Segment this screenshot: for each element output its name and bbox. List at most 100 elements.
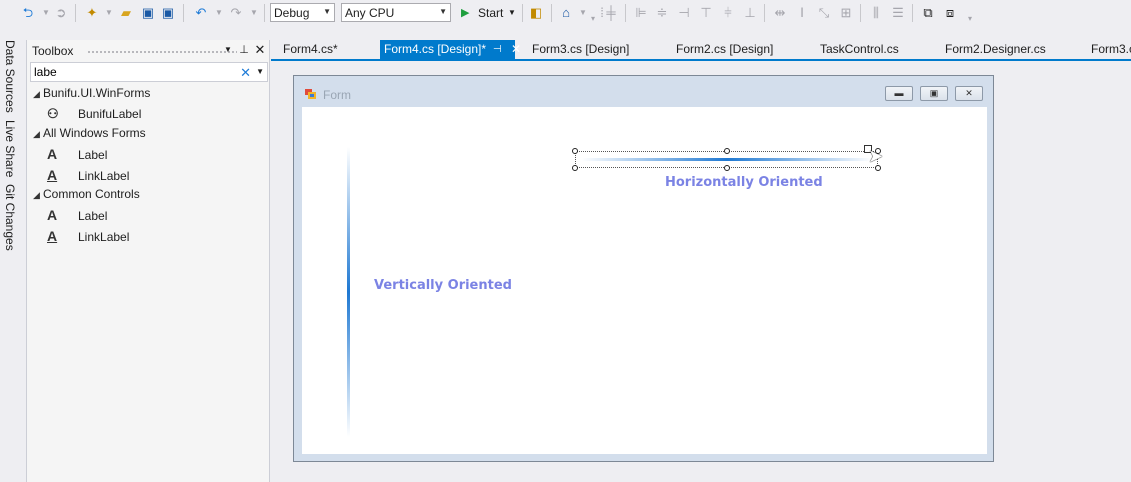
vertical-oriented-label[interactable]: Vertically Oriented <box>374 278 512 293</box>
form-title: Form <box>323 88 351 102</box>
chevron-down-icon[interactable]: ▼ <box>256 67 264 76</box>
new-dropdown-icon[interactable]: ▼ <box>101 5 117 21</box>
close-icon: ✕ <box>965 88 973 98</box>
minimize-icon: ▬ <box>894 88 904 98</box>
toolbar-separator <box>764 4 765 22</box>
toolbox-item-bunifulabel[interactable]: ⚇ BunifuLabel <box>47 106 141 122</box>
tab-label: TaskControl.cs <box>820 42 899 56</box>
minimize-button[interactable]: ▬ <box>885 86 913 101</box>
resize-handle[interactable] <box>572 165 578 171</box>
side-tab-live-share[interactable]: Live Share <box>3 120 17 177</box>
pin-icon[interactable]: ⊥ <box>237 42 251 58</box>
window-position-icon[interactable]: ▼ <box>221 42 235 58</box>
item-label: BunifuLabel <box>78 107 142 121</box>
platform-dropdown[interactable]: Any CPU ▼ <box>341 3 451 22</box>
label-icon: A <box>47 146 58 162</box>
make-same-width-icon[interactable]: ⇹ <box>772 5 788 21</box>
pin-icon[interactable]: ⊣ <box>493 40 502 59</box>
toolbox-item-label[interactable]: A Label <box>47 146 107 162</box>
overflow-icon[interactable]: ▾ <box>962 11 978 27</box>
size-to-grid-icon[interactable]: ⊞ <box>838 5 854 21</box>
tab-form2-designer-cs[interactable]: Form2.Designer.cs <box>933 40 1046 59</box>
open-folder-icon[interactable]: ▰ <box>118 5 134 21</box>
tab-label: Form4.cs* <box>283 42 338 56</box>
start-label: Start <box>478 6 504 20</box>
resize-handle[interactable] <box>724 148 730 154</box>
back-icon[interactable]: ⮌ <box>20 5 36 21</box>
collapse-icon: ◢ <box>33 129 40 139</box>
toolbar-separator <box>625 4 626 22</box>
redo-icon[interactable]: ↷ <box>228 5 244 21</box>
side-tab-data-sources[interactable]: Data Sources <box>3 40 17 113</box>
toolbox-group-all-windows-forms[interactable]: ◢ All Windows Forms <box>33 126 146 140</box>
tab-form3-cs[interactable]: Form3.c <box>1079 40 1131 59</box>
item-label: Label <box>78 209 108 223</box>
back-dropdown-icon[interactable]: ▼ <box>38 5 54 21</box>
align-lefts-icon[interactable]: ⊫ <box>633 5 649 21</box>
close-icon[interactable]: ✕ <box>253 42 267 58</box>
browser-link-icon[interactable]: ◧ <box>528 5 544 21</box>
drag-grip[interactable] <box>87 50 237 54</box>
platform-value: Any CPU <box>345 6 395 20</box>
side-tab-git-changes[interactable]: Git Changes <box>3 184 17 251</box>
redo-dropdown-icon[interactable]: ▼ <box>246 5 262 21</box>
align-rights-icon[interactable]: ⊣ <box>676 5 692 21</box>
hot-reload-icon[interactable]: ⌂ <box>558 5 574 21</box>
group-label: Common Controls <box>43 187 140 201</box>
tab-form4-cs[interactable]: Form4.cs* <box>271 40 338 59</box>
tab-label: Form3.c <box>1091 42 1131 56</box>
align-middles-icon[interactable]: ⫩ <box>720 5 736 21</box>
collapse-icon: ◢ <box>33 89 40 99</box>
save-icon[interactable]: ▣ <box>140 5 156 21</box>
align-tops-icon[interactable]: ⊤ <box>698 5 714 21</box>
toolbar-separator <box>75 4 76 22</box>
tab-label: Form2.cs [Design] <box>676 42 774 56</box>
designer-form-window[interactable]: Form ▬ ▣ ✕ Vertically Oriented ➤ Horizon… <box>293 75 994 462</box>
form-icon <box>305 89 316 99</box>
vertical-spacing-icon[interactable]: ☰ <box>890 5 906 21</box>
toolbox-item-linklabel[interactable]: A LinkLabel <box>47 228 129 244</box>
align-centers-icon[interactable]: ≑ <box>654 5 670 21</box>
horizontal-oriented-label[interactable]: Horizontally Oriented <box>665 175 823 190</box>
tab-taskcontrol-cs[interactable]: TaskControl.cs <box>808 40 899 59</box>
toolbox-item-linklabel[interactable]: A LinkLabel <box>47 167 129 183</box>
bring-to-front-icon[interactable]: ⧉ <box>920 5 936 21</box>
toolbar-separator <box>264 4 265 22</box>
toolbox-group-bunifu[interactable]: ◢ Bunifu.UI.WinForms <box>33 86 150 100</box>
make-same-height-icon[interactable]: Ⅰ <box>794 5 810 21</box>
mouse-cursor-icon: ➤ <box>868 146 884 166</box>
align-bottoms-icon[interactable]: ⊥ <box>742 5 758 21</box>
group-label: All Windows Forms <box>43 126 146 140</box>
new-project-icon[interactable]: ✦ <box>84 5 100 21</box>
vertical-separator[interactable] <box>347 147 350 437</box>
tab-form3-design[interactable]: Form3.cs [Design] <box>520 40 629 59</box>
make-same-size-icon[interactable]: ⤡ <box>816 5 832 21</box>
resize-handle[interactable] <box>724 165 730 171</box>
tab-label: Form4.cs [Design]* <box>384 42 487 56</box>
maximize-button[interactable]: ▣ <box>920 86 948 101</box>
chevron-down-icon: ▼ <box>508 8 516 17</box>
forward-icon[interactable]: ➲ <box>53 5 69 21</box>
toolbox-group-common-controls[interactable]: ◢ Common Controls <box>33 187 140 201</box>
send-to-back-icon[interactable]: ⧈ <box>942 5 958 21</box>
form-client-area[interactable]: Vertically Oriented ➤ Horizontally Orien… <box>302 107 987 454</box>
toolbar-separator <box>551 4 552 22</box>
tab-form2-design[interactable]: Form2.cs [Design] <box>664 40 773 59</box>
resize-handle[interactable] <box>572 148 578 154</box>
toolbar-separator <box>912 4 913 22</box>
toolbox-search-input[interactable] <box>34 65 234 79</box>
configuration-dropdown[interactable]: Debug ▼ <box>270 3 335 22</box>
link-label-icon: A <box>47 228 58 244</box>
close-button[interactable]: ✕ <box>955 86 983 101</box>
save-all-icon[interactable]: ▣ <box>160 5 176 21</box>
align-to-grid-icon[interactable]: ╪ <box>603 5 619 21</box>
configuration-value: Debug <box>274 6 310 20</box>
tab-form4-design[interactable]: Form4.cs [Design]* ⊣ ✕ <box>380 40 521 59</box>
tab-label: Form3.cs [Design] <box>532 42 630 56</box>
undo-dropdown-icon[interactable]: ▼ <box>211 5 227 21</box>
clear-search-icon[interactable]: ✕ <box>240 65 251 81</box>
bunifu-label-icon: ⚇ <box>47 106 59 121</box>
toolbox-item-label[interactable]: A Label <box>47 207 107 223</box>
undo-icon[interactable]: ↶ <box>193 5 209 21</box>
horizontal-spacing-icon[interactable]: ⫼ <box>868 5 884 21</box>
